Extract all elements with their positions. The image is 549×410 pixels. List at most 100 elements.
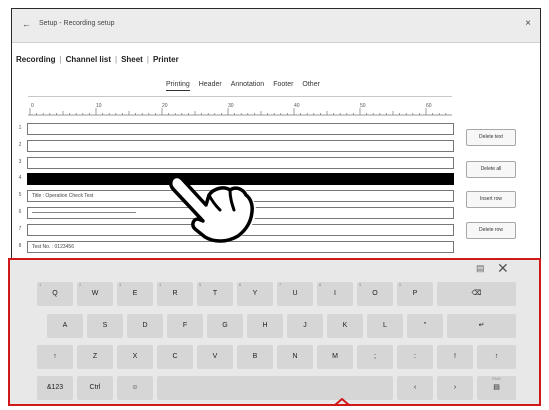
back-arrow-icon[interactable]: ←	[22, 19, 31, 29]
key-label: R	[172, 290, 178, 297]
row-number: 4	[18, 175, 22, 182]
subtab-other[interactable]: Other	[302, 81, 320, 88]
key-o[interactable]: 9O	[357, 282, 393, 306]
key-e[interactable]: 3E	[117, 282, 153, 306]
key-n[interactable]: N	[277, 345, 313, 369]
key-f[interactable]: F	[167, 314, 203, 338]
key-alt-label: 7	[279, 282, 282, 287]
row-text-field[interactable]	[27, 123, 454, 135]
emoji-icon: ☺	[131, 384, 139, 391]
ruler-label: 20	[162, 103, 168, 109]
key-a[interactable]: A	[47, 314, 83, 338]
key-label: P	[412, 290, 418, 297]
key-l[interactable]: L	[367, 314, 403, 338]
ruler-label: 30	[228, 103, 234, 109]
key-u[interactable]: 7U	[277, 282, 313, 306]
key-exclamation[interactable]: !	[437, 345, 473, 369]
window-title: Setup - Recording setup	[39, 20, 115, 27]
chevron-right-icon: ›	[453, 384, 457, 391]
keyboard-close-icon[interactable]: ✕	[497, 260, 509, 277]
key-semicolon[interactable]: ;	[357, 345, 393, 369]
key-w[interactable]: 2W	[77, 282, 113, 306]
key-j[interactable]: J	[287, 314, 323, 338]
key-m[interactable]: M	[317, 345, 353, 369]
tap-hand-icon	[168, 174, 256, 243]
tab-printer[interactable]: Printer	[153, 55, 179, 64]
cursor-right-key[interactable]: ›	[437, 376, 473, 400]
tab-channel-list[interactable]: Channel list	[66, 55, 111, 64]
subtab-footer[interactable]: Footer	[273, 81, 293, 88]
key-alt-label: 2	[79, 282, 82, 287]
key-quote[interactable]: "	[407, 314, 443, 338]
symbols-key[interactable]: &123	[37, 376, 73, 400]
subtab-header[interactable]: Header	[199, 81, 222, 88]
key-q[interactable]: 1Q	[37, 282, 73, 306]
ruler-label: 10	[96, 103, 102, 109]
delete-all-button[interactable]: Delete all	[466, 161, 516, 178]
tab-separator: |	[146, 55, 149, 64]
key-label: E	[132, 290, 138, 297]
key-label: Y	[252, 290, 258, 297]
title-bar: ← Setup - Recording setup ×	[12, 9, 540, 43]
language-key[interactable]: ENG ▤	[477, 376, 516, 400]
keyboard-settings-icon[interactable]: ▤	[476, 263, 485, 274]
insert-row-button[interactable]: Insert row	[466, 191, 516, 208]
key-g[interactable]: G	[207, 314, 243, 338]
keyboard-icon: ▤	[493, 384, 500, 391]
delete-text-button[interactable]: Delete text	[466, 129, 516, 146]
on-screen-keyboard: ▤ ✕ 1Q 2W 3E 4R 5T 6Y 7U 8I 9O 0P ⌫ A S …	[8, 258, 541, 406]
key-alt-label: 4	[159, 282, 162, 287]
tab-recording[interactable]: Recording	[16, 55, 56, 64]
pointer-arrow-icon	[334, 398, 350, 406]
enter-key[interactable]: ↵	[447, 314, 516, 338]
key-p[interactable]: 0P	[397, 282, 433, 306]
language-label: ENG	[492, 376, 501, 381]
row-2: 2	[16, 138, 454, 154]
emoji-key[interactable]: ☺	[117, 376, 153, 400]
row-text-field[interactable]	[27, 156, 454, 169]
divider	[28, 96, 452, 97]
subtab-printing[interactable]: Printing	[166, 81, 190, 91]
column-ruler: 0 10 20 30 40 50 60	[28, 103, 452, 116]
key-label: W	[91, 290, 99, 297]
key-r[interactable]: 4R	[157, 282, 193, 306]
dash-line	[32, 212, 136, 214]
ruler-label: 50	[360, 103, 366, 109]
key-b[interactable]: B	[237, 345, 273, 369]
key-s[interactable]: S	[87, 314, 123, 338]
key-z[interactable]: Z	[77, 345, 113, 369]
ctrl-key[interactable]: Ctrl	[77, 376, 113, 400]
close-icon[interactable]: ×	[525, 18, 531, 29]
delete-row-button[interactable]: Delete row	[466, 222, 516, 239]
key-alt-label: 9	[359, 282, 362, 287]
subtab-annotation[interactable]: Annotation	[231, 81, 264, 88]
ruler-label: 40	[294, 103, 300, 109]
row-number: 1	[18, 125, 22, 131]
row-1: 1	[16, 121, 454, 137]
cursor-left-key[interactable]: ‹	[397, 376, 433, 400]
key-v[interactable]: V	[197, 345, 233, 369]
backspace-icon: ⌫	[471, 290, 482, 297]
tab-sheet[interactable]: Sheet	[121, 55, 143, 64]
key-colon[interactable]: :	[397, 345, 433, 369]
key-y[interactable]: 6Y	[237, 282, 273, 306]
row-number: 8	[18, 242, 22, 249]
ruler-label: 0	[31, 103, 34, 109]
key-x[interactable]: X	[117, 345, 153, 369]
main-tab-bar: Recording | Channel list | Sheet | Printer	[16, 55, 179, 64]
backspace-key[interactable]: ⌫	[437, 282, 516, 306]
key-c[interactable]: C	[157, 345, 193, 369]
key-k[interactable]: K	[327, 314, 363, 338]
key-h[interactable]: H	[247, 314, 283, 338]
shift-right-key[interactable]: ↑	[477, 345, 516, 369]
key-i[interactable]: 8I	[317, 282, 353, 306]
key-label: Q	[52, 290, 58, 297]
key-d[interactable]: D	[127, 314, 163, 338]
key-alt-label: 5	[199, 282, 202, 287]
row-text-field[interactable]	[27, 139, 454, 152]
sub-tab-bar: Printing Header Annotation Footer Other	[166, 81, 329, 91]
space-key[interactable]	[157, 376, 393, 400]
row-number: 7	[18, 225, 22, 232]
key-t[interactable]: 5T	[197, 282, 233, 306]
shift-left-key[interactable]: ↑	[37, 345, 73, 369]
